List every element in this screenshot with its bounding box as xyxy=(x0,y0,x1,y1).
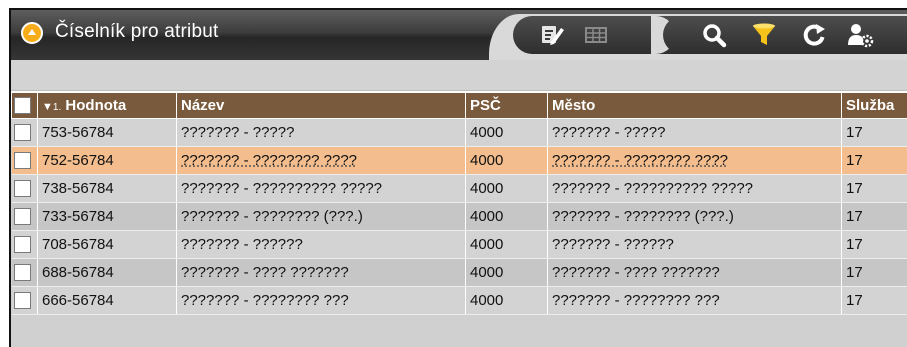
toolbar xyxy=(513,16,907,54)
cell-sluzba: 17 xyxy=(841,174,907,203)
cell-psc: 4000 xyxy=(465,230,548,259)
table-header-row: ▼1. Hodnota Název PSČ Město Služba xyxy=(11,91,907,119)
cell-mesto: ??????? - ???????? ??? xyxy=(547,286,842,315)
table-row[interactable]: 708-56784 ??????? - ?????? 4000 ??????? … xyxy=(11,230,907,259)
codelist-table: ▼1. Hodnota Název PSČ Město Služba 753-5… xyxy=(11,91,907,315)
toolbar-group-start xyxy=(663,16,693,54)
cell-psc: 4000 xyxy=(465,286,548,315)
row-checkbox-cell xyxy=(11,286,38,315)
cell-mesto: ??????? - ?????? xyxy=(547,230,842,259)
cell-mesto: ??????? - ???????? ???? xyxy=(547,146,842,175)
cell-nazev: ??????? - ???????? ??? xyxy=(176,286,466,315)
row-checkbox[interactable] xyxy=(13,264,31,282)
cell-hodnota: 738-56784 xyxy=(37,174,177,203)
cell-nazev: ??????? - ?????????? ????? xyxy=(176,174,466,203)
user-settings-icon[interactable] xyxy=(845,20,875,50)
search-icon[interactable] xyxy=(699,20,729,50)
refresh-icon[interactable] xyxy=(799,20,829,50)
column-header-sluzba[interactable]: Služba xyxy=(841,91,907,119)
cell-sluzba: 17 xyxy=(841,118,907,147)
column-header-hodnota[interactable]: ▼1. Hodnota xyxy=(37,91,177,119)
cell-mesto: ??????? - ?????????? ????? xyxy=(547,174,842,203)
edit-icon[interactable] xyxy=(537,20,567,50)
attribute-codelist-window: Číselník pro atribut ▼1. Hodnota Název P… xyxy=(9,8,907,347)
cell-mesto: ??????? - ????? xyxy=(547,118,842,147)
cell-hodnota: 733-56784 xyxy=(37,202,177,231)
cell-psc: 4000 xyxy=(465,258,548,287)
row-checkbox-cell xyxy=(11,118,38,147)
row-checkbox[interactable] xyxy=(13,152,31,170)
table-row[interactable]: 733-56784 ??????? - ???????? (???.) 4000… xyxy=(11,202,907,231)
column-header-label: Hodnota xyxy=(65,97,127,114)
column-header-psc[interactable]: PSČ xyxy=(465,91,548,119)
cell-mesto: ??????? - ???????? (???.) xyxy=(547,202,842,231)
table-row[interactable]: 753-56784 ??????? - ????? 4000 ??????? -… xyxy=(11,118,907,147)
row-checkbox-cell xyxy=(11,202,38,231)
cell-nazev: ??????? - ?????? xyxy=(176,230,466,259)
cell-psc: 4000 xyxy=(465,202,548,231)
cell-mesto: ??????? - ???? ??????? xyxy=(547,258,842,287)
row-checkbox[interactable] xyxy=(13,208,31,226)
window-title: Číselník pro atribut xyxy=(55,21,219,42)
select-all-checkbox[interactable] xyxy=(14,97,31,115)
cell-sluzba: 17 xyxy=(841,258,907,287)
table-icon[interactable] xyxy=(581,20,611,50)
row-checkbox[interactable] xyxy=(13,236,31,254)
column-header-nazev[interactable]: Název xyxy=(176,91,466,119)
column-header-mesto[interactable]: Město xyxy=(547,91,842,119)
cell-hodnota: 753-56784 xyxy=(37,118,177,147)
title-bar: Číselník pro atribut xyxy=(11,10,907,60)
cell-sluzba: 17 xyxy=(841,286,907,315)
cell-sluzba: 17 xyxy=(841,202,907,231)
cell-nazev: ??????? - ???? ??????? xyxy=(176,258,466,287)
table-row-selected[interactable]: 752-56784 ??????? - ???????? ???? 4000 ?… xyxy=(11,146,907,175)
row-checkbox-cell xyxy=(11,146,38,175)
cell-psc: 4000 xyxy=(465,118,548,147)
cell-nazev: ??????? - ???????? ???? xyxy=(176,146,466,175)
select-all-cell xyxy=(11,91,38,119)
filter-icon[interactable] xyxy=(749,20,779,50)
table-row[interactable]: 738-56784 ??????? - ?????????? ????? 400… xyxy=(11,174,907,203)
cell-hodnota: 752-56784 xyxy=(37,146,177,175)
row-checkbox[interactable] xyxy=(13,124,31,142)
cell-sluzba: 17 xyxy=(841,230,907,259)
cell-psc: 4000 xyxy=(465,174,548,203)
cell-nazev: ??????? - ???????? (???.) xyxy=(176,202,466,231)
cell-psc: 4000 xyxy=(465,146,548,175)
toolbar-strip xyxy=(11,60,907,91)
row-checkbox[interactable] xyxy=(13,292,31,310)
cell-hodnota: 688-56784 xyxy=(37,258,177,287)
table-row[interactable]: 666-56784 ??????? - ???????? ??? 4000 ??… xyxy=(11,286,907,315)
row-checkbox-cell xyxy=(11,258,38,287)
row-checkbox-cell xyxy=(11,230,38,259)
cell-nazev: ??????? - ????? xyxy=(176,118,466,147)
table-row[interactable]: 688-56784 ??????? - ???? ??????? 4000 ??… xyxy=(11,258,907,287)
sort-order: 1. xyxy=(52,102,62,113)
cell-hodnota: 708-56784 xyxy=(37,230,177,259)
cell-sluzba: 17 xyxy=(841,146,907,175)
row-checkbox-cell xyxy=(11,174,38,203)
sort-descending-icon: ▼ xyxy=(42,101,53,113)
cell-hodnota: 666-56784 xyxy=(37,286,177,315)
collapse-up-icon[interactable] xyxy=(21,22,43,44)
row-checkbox[interactable] xyxy=(13,180,31,198)
